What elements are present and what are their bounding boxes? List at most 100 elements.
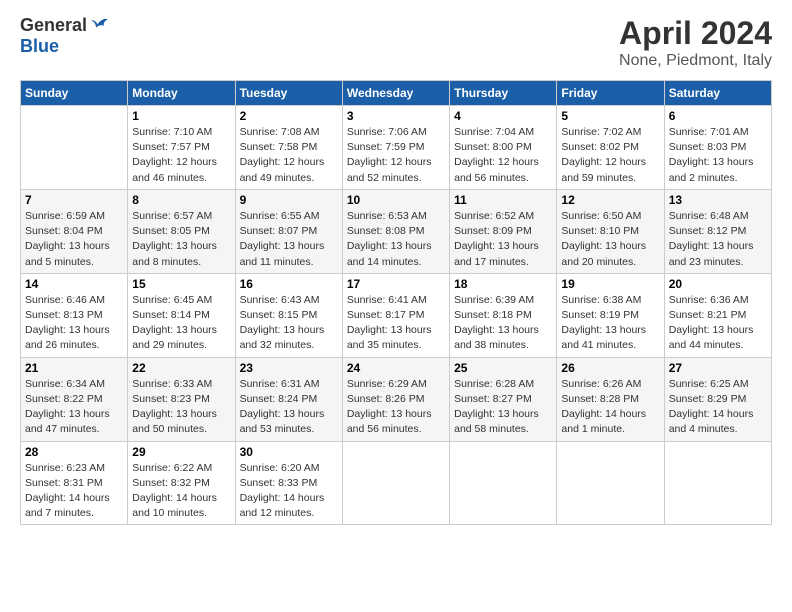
day-number: 7: [25, 193, 123, 207]
day-number: 10: [347, 193, 445, 207]
day-info: Sunrise: 6:50 AM Sunset: 8:10 PM Dayligh…: [561, 209, 659, 270]
day-number: 1: [132, 109, 230, 123]
calendar-header-wednesday: Wednesday: [342, 81, 449, 106]
calendar-cell: 18Sunrise: 6:39 AM Sunset: 8:18 PM Dayli…: [450, 273, 557, 357]
day-info: Sunrise: 7:04 AM Sunset: 8:00 PM Dayligh…: [454, 125, 552, 186]
logo-bird-icon: [91, 16, 111, 36]
day-number: 11: [454, 193, 552, 207]
calendar-cell: 19 Sunrise: 6:38 AM Sunset: 8:19 PM Dayli…: [557, 273, 664, 357]
calendar-cell: 10 Sunrise: 6:53 AM Sunset: 8:08 PM Dayli…: [342, 189, 449, 273]
calendar-cell: 30Sunrise: 6:20 AM Sunset: 8:33 PM Dayli…: [235, 441, 342, 525]
day-number: 15: [132, 277, 230, 291]
calendar-cell: 12 Sunrise: 6:50 AM Sunset: 8:10 PM Dayli…: [557, 189, 664, 273]
calendar-cell: 15 Sunrise: 6:45 AM Sunset: 8:14 PM Dayli…: [128, 273, 235, 357]
calendar-header-sunday: Sunday: [21, 81, 128, 106]
day-info: Sunrise: 6:53 AM Sunset: 8:08 PM Dayligh…: [347, 209, 445, 270]
day-info: Sunrise: 7:10 AM Sunset: 7:57 PM Dayligh…: [132, 125, 230, 186]
calendar-cell: 3 Sunrise: 7:06 AM Sunset: 7:59 PM Daylig…: [342, 106, 449, 190]
calendar-cell: 28 Sunrise: 6:23 AM Sunset: 8:31 PM Dayli…: [21, 441, 128, 525]
day-number: 5: [561, 109, 659, 123]
day-number: 6: [669, 109, 767, 123]
calendar-header-row: SundayMondayTuesdayWednesdayThursdayFrid…: [21, 81, 772, 106]
calendar-cell: 23 Sunrise: 6:31 AM Sunset: 8:24 PM Dayli…: [235, 357, 342, 441]
day-info: Sunrise: 6:43 AM Sunset: 8:15 PM Dayligh…: [240, 293, 338, 354]
day-info: Sunrise: 6:34 AM Sunset: 8:22 PM Dayligh…: [25, 377, 123, 438]
day-number: 9: [240, 193, 338, 207]
day-number: 22: [132, 361, 230, 375]
calendar-cell: 24Sunrise: 6:29 AM Sunset: 8:26 PM Dayli…: [342, 357, 449, 441]
calendar-cell: 16 Sunrise: 6:43 AM Sunset: 8:15 PM Dayli…: [235, 273, 342, 357]
month-title: April 2024: [619, 15, 772, 52]
day-info: Sunrise: 6:48 AM Sunset: 8:12 PM Dayligh…: [669, 209, 767, 270]
day-info: Sunrise: 6:23 AM Sunset: 8:31 PM Dayligh…: [25, 461, 123, 522]
day-info: Sunrise: 6:29 AM Sunset: 8:26 PM Dayligh…: [347, 377, 445, 438]
day-info: Sunrise: 7:06 AM Sunset: 7:59 PM Dayligh…: [347, 125, 445, 186]
day-info: Sunrise: 7:01 AM Sunset: 8:03 PM Dayligh…: [669, 125, 767, 186]
calendar-cell: 13Sunrise: 6:48 AM Sunset: 8:12 PM Dayli…: [664, 189, 771, 273]
day-info: Sunrise: 6:26 AM Sunset: 8:28 PM Dayligh…: [561, 377, 659, 438]
calendar-cell: 26 Sunrise: 6:26 AM Sunset: 8:28 PM Dayli…: [557, 357, 664, 441]
day-info: Sunrise: 6:38 AM Sunset: 8:19 PM Dayligh…: [561, 293, 659, 354]
calendar-cell: 1 Sunrise: 7:10 AM Sunset: 7:57 PM Daylig…: [128, 106, 235, 190]
day-info: Sunrise: 6:59 AM Sunset: 8:04 PM Dayligh…: [25, 209, 123, 270]
calendar-cell: 22Sunrise: 6:33 AM Sunset: 8:23 PM Dayli…: [128, 357, 235, 441]
calendar-cell: 7 Sunrise: 6:59 AM Sunset: 8:04 PM Daylig…: [21, 189, 128, 273]
calendar-cell: 27 Sunrise: 6:25 AM Sunset: 8:29 PM Dayli…: [664, 357, 771, 441]
day-info: Sunrise: 6:45 AM Sunset: 8:14 PM Dayligh…: [132, 293, 230, 354]
day-number: 4: [454, 109, 552, 123]
calendar-week-1: 1 Sunrise: 7:10 AM Sunset: 7:57 PM Daylig…: [21, 106, 772, 190]
day-number: 17: [347, 277, 445, 291]
day-number: 23: [240, 361, 338, 375]
calendar-cell: 9Sunrise: 6:55 AM Sunset: 8:07 PM Daylig…: [235, 189, 342, 273]
calendar-cell: [557, 441, 664, 525]
day-info: Sunrise: 7:08 AM Sunset: 7:58 PM Dayligh…: [240, 125, 338, 186]
day-number: 28: [25, 445, 123, 459]
day-info: Sunrise: 6:25 AM Sunset: 8:29 PM Dayligh…: [669, 377, 767, 438]
day-info: Sunrise: 6:20 AM Sunset: 8:33 PM Dayligh…: [240, 461, 338, 522]
day-info: Sunrise: 6:39 AM Sunset: 8:18 PM Dayligh…: [454, 293, 552, 354]
day-number: 25: [454, 361, 552, 375]
calendar-cell: [21, 106, 128, 190]
calendar-cell: 5 Sunrise: 7:02 AM Sunset: 8:02 PM Daylig…: [557, 106, 664, 190]
day-number: 14: [25, 277, 123, 291]
calendar-header-monday: Monday: [128, 81, 235, 106]
calendar-week-5: 28 Sunrise: 6:23 AM Sunset: 8:31 PM Dayli…: [21, 441, 772, 525]
day-number: 29: [132, 445, 230, 459]
calendar-cell: [664, 441, 771, 525]
title-area: April 2024 None, Piedmont, Italy: [619, 15, 772, 70]
calendar-cell: 21 Sunrise: 6:34 AM Sunset: 8:22 PM Dayli…: [21, 357, 128, 441]
day-info: Sunrise: 6:22 AM Sunset: 8:32 PM Dayligh…: [132, 461, 230, 522]
day-info: Sunrise: 6:46 AM Sunset: 8:13 PM Dayligh…: [25, 293, 123, 354]
calendar-header-tuesday: Tuesday: [235, 81, 342, 106]
logo-blue: Blue: [20, 36, 59, 56]
day-info: Sunrise: 6:41 AM Sunset: 8:17 PM Dayligh…: [347, 293, 445, 354]
day-number: 3: [347, 109, 445, 123]
day-number: 16: [240, 277, 338, 291]
day-info: Sunrise: 6:31 AM Sunset: 8:24 PM Dayligh…: [240, 377, 338, 438]
day-number: 8: [132, 193, 230, 207]
calendar-cell: [450, 441, 557, 525]
calendar-cell: 20 Sunrise: 6:36 AM Sunset: 8:21 PM Dayli…: [664, 273, 771, 357]
location: None, Piedmont, Italy: [619, 52, 772, 70]
day-number: 27: [669, 361, 767, 375]
header: General Blue April 2024 None, Piedmont, …: [20, 15, 772, 70]
day-number: 21: [25, 361, 123, 375]
day-number: 2: [240, 109, 338, 123]
day-number: 19: [561, 277, 659, 291]
logo-general: General: [20, 15, 87, 36]
calendar-cell: 4 Sunrise: 7:04 AM Sunset: 8:00 PM Daylig…: [450, 106, 557, 190]
day-info: Sunrise: 7:02 AM Sunset: 8:02 PM Dayligh…: [561, 125, 659, 186]
calendar-cell: 29 Sunrise: 6:22 AM Sunset: 8:32 PM Dayli…: [128, 441, 235, 525]
calendar-cell: 14 Sunrise: 6:46 AM Sunset: 8:13 PM Dayli…: [21, 273, 128, 357]
logo: General Blue: [20, 15, 111, 57]
day-info: Sunrise: 6:28 AM Sunset: 8:27 PM Dayligh…: [454, 377, 552, 438]
calendar-week-3: 14 Sunrise: 6:46 AM Sunset: 8:13 PM Dayli…: [21, 273, 772, 357]
day-info: Sunrise: 6:36 AM Sunset: 8:21 PM Dayligh…: [669, 293, 767, 354]
calendar-week-4: 21 Sunrise: 6:34 AM Sunset: 8:22 PM Dayli…: [21, 357, 772, 441]
calendar-cell: [342, 441, 449, 525]
day-number: 12: [561, 193, 659, 207]
calendar-week-2: 7 Sunrise: 6:59 AM Sunset: 8:04 PM Daylig…: [21, 189, 772, 273]
day-number: 26: [561, 361, 659, 375]
calendar-header-friday: Friday: [557, 81, 664, 106]
day-number: 20: [669, 277, 767, 291]
